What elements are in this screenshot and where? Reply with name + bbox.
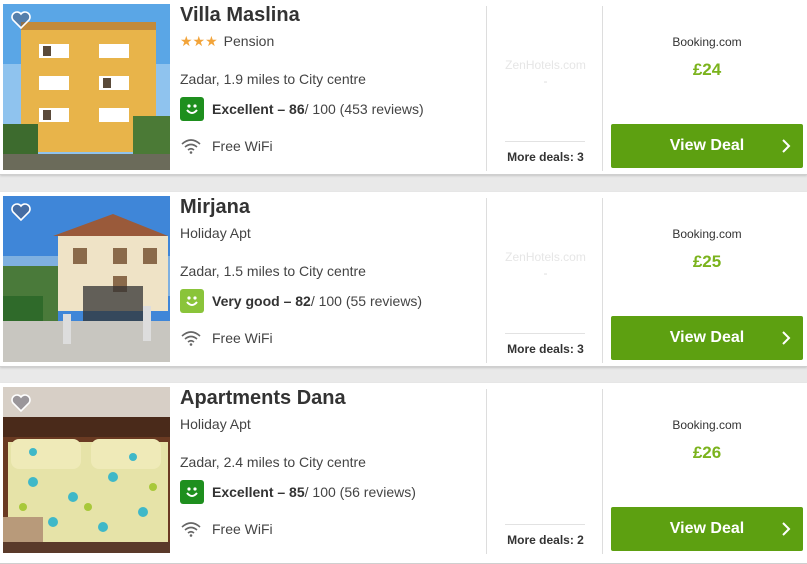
divider — [505, 524, 585, 525]
wifi-icon — [181, 139, 201, 154]
hotel-type: Holiday Apt — [180, 416, 251, 432]
partner-deals: ZenHotels.com - More deals: 3 — [486, 6, 603, 171]
partner-price: - — [543, 74, 548, 88]
partner-name[interactable]: ZenHotels.com — [487, 250, 604, 264]
view-deal-button[interactable]: View Deal — [611, 124, 803, 168]
smiley-icon — [180, 289, 204, 313]
rating-label: Very good – 82 — [212, 293, 311, 309]
review-rating[interactable]: Excellent – 86 / 100 (453 reviews) — [180, 97, 424, 121]
partner-price: - — [543, 266, 548, 280]
hotel-photo[interactable] — [3, 196, 170, 362]
view-deal-button[interactable]: View Deal — [611, 507, 803, 551]
hotel-type: Holiday Apt — [180, 225, 251, 241]
amenity-label: Free WiFi — [212, 521, 273, 537]
hotel-location: Zadar, 2.4 miles to City centre — [180, 454, 366, 470]
hotel-location: Zadar, 1.9 miles to City centre — [180, 71, 366, 87]
rating-suffix: / 100 (55 reviews) — [310, 293, 423, 309]
smiley-icon — [180, 480, 204, 504]
partner-name[interactable]: ZenHotels.com — [487, 58, 604, 72]
partner-deals: ZenHotels.com - More deals: 3 — [486, 198, 603, 363]
wifi-icon — [181, 331, 201, 346]
chevron-right-icon — [782, 331, 791, 345]
review-rating[interactable]: Very good – 82 / 100 (55 reviews) — [180, 289, 422, 313]
deal-price[interactable]: £25 — [611, 252, 803, 272]
hotel-subline: Holiday Apt — [180, 416, 251, 432]
review-rating[interactable]: Excellent – 85 / 100 (56 reviews) — [180, 480, 416, 504]
favorite-heart-icon[interactable] — [10, 393, 32, 413]
star-rating: ★★★ — [180, 33, 218, 49]
view-deal-label: View Deal — [669, 520, 745, 537]
amenity-label: Free WiFi — [212, 138, 273, 154]
chevron-right-icon — [782, 139, 791, 153]
more-deals-link[interactable]: More deals: 3 — [487, 150, 604, 164]
rating-label: Excellent – 85 — [212, 484, 305, 500]
hotel-subline: Holiday Apt — [180, 225, 251, 241]
hotel-type: Pension — [223, 33, 275, 49]
amenity-wifi: Free WiFi — [180, 519, 273, 539]
hotel-photo[interactable] — [3, 4, 170, 170]
amenity-wifi: Free WiFi — [180, 328, 273, 348]
rating-suffix: / 100 (56 reviews) — [304, 484, 416, 500]
view-deal-button[interactable]: View Deal — [611, 316, 803, 360]
partner-deals: More deals: 2 — [486, 389, 603, 554]
deal-provider: Booking.com — [672, 227, 742, 241]
favorite-heart-icon[interactable] — [10, 10, 32, 30]
deal-provider: Booking.com — [672, 35, 742, 49]
deal-provider: Booking.com — [672, 418, 742, 432]
chevron-right-icon — [782, 522, 791, 536]
rating-suffix: / 100 (453 reviews) — [304, 101, 424, 117]
amenity-wifi: Free WiFi — [180, 136, 273, 156]
divider — [505, 141, 585, 142]
more-deals-link[interactable]: More deals: 2 — [487, 533, 604, 547]
smiley-icon — [180, 97, 204, 121]
hotel-location: Zadar, 1.5 miles to City centre — [180, 263, 366, 279]
hotel-name[interactable]: Villa Maslina — [180, 4, 300, 27]
hotel-photo[interactable] — [3, 387, 170, 553]
hotel-name[interactable]: Apartments Dana — [180, 387, 346, 410]
hotel-name[interactable]: Mirjana — [180, 196, 250, 219]
view-deal-label: View Deal — [669, 137, 745, 154]
favorite-heart-icon[interactable] — [10, 202, 32, 222]
divider — [505, 333, 585, 334]
hotel-card: Villa Maslina ★★★ Pension Zadar, 1.9 mile… — [0, 0, 807, 175]
more-deals-link[interactable]: More deals: 3 — [487, 342, 604, 356]
view-deal-label: View Deal — [669, 329, 745, 346]
deal-price[interactable]: £24 — [611, 60, 803, 80]
hotel-card: Apartments Dana Holiday Apt Zadar, 2.4 m… — [0, 383, 807, 564]
rating-label: Excellent – 86 — [212, 101, 305, 117]
hotel-subline: ★★★ Pension — [180, 33, 274, 50]
wifi-icon — [181, 522, 201, 537]
deal-price[interactable]: £26 — [611, 443, 803, 463]
hotel-card: Mirjana Holiday Apt Zadar, 1.5 miles to … — [0, 192, 807, 367]
amenity-label: Free WiFi — [212, 330, 273, 346]
